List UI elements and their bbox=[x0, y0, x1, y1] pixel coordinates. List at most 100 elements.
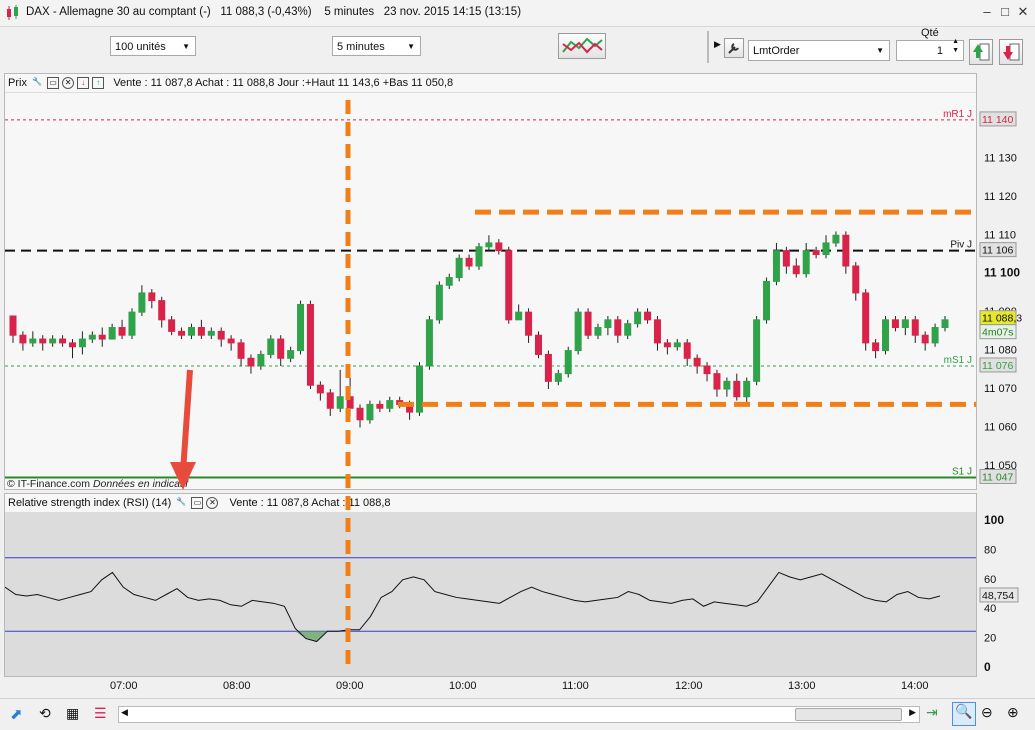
scroll-right-icon[interactable]: ▶ bbox=[909, 707, 916, 718]
price-tick-label: 11 100 bbox=[984, 266, 1020, 280]
window-title: DAX - Allemagne 30 au comptant (-) 11 08… bbox=[26, 6, 521, 18]
horizontal-scrollbar[interactable]: ◀ ▶ bbox=[118, 706, 920, 723]
bars-icon[interactable]: ☰ bbox=[94, 705, 107, 722]
rsi-tick-label: 80 bbox=[984, 544, 996, 556]
window-icon[interactable]: ▭ bbox=[191, 497, 204, 510]
close-button[interactable]: ✕ bbox=[1014, 4, 1032, 20]
time-tick-label: 07:00 bbox=[110, 680, 138, 692]
chart-style-button[interactable] bbox=[558, 33, 606, 59]
candle-body bbox=[435, 284, 443, 321]
rsi-axis-svg: 100 80 60 40 20 0 48,754 bbox=[979, 513, 1019, 674]
rsi-quote: Vente : 11 087,8 Achat : 11 088,8 bbox=[229, 497, 391, 509]
scroll-left-icon[interactable]: ◀ bbox=[121, 707, 128, 718]
candle-body bbox=[237, 342, 245, 359]
candle-body bbox=[306, 303, 314, 386]
time-tick-label: 08:00 bbox=[223, 680, 251, 692]
candle-body bbox=[495, 242, 503, 252]
instrument-name: DAX - Allemagne 30 au comptant (-) bbox=[26, 6, 211, 18]
wrench-button[interactable] bbox=[724, 38, 744, 58]
buy-button[interactable] bbox=[969, 39, 993, 65]
zoom-out-icon[interactable]: ⊖ bbox=[981, 704, 993, 721]
zoom-in-icon[interactable]: ⊕ bbox=[1007, 704, 1019, 721]
price-tick-label: 11 070 bbox=[984, 383, 1017, 395]
candle-body bbox=[931, 327, 939, 344]
candle-body bbox=[475, 246, 483, 267]
order-type-select[interactable]: LmtOrder ▼ bbox=[748, 40, 890, 61]
candle-body bbox=[505, 250, 513, 321]
candle-body bbox=[564, 350, 572, 375]
minimize-button[interactable]: – bbox=[978, 4, 996, 20]
candle-body bbox=[683, 342, 691, 359]
candle-body bbox=[921, 334, 929, 344]
wrench-icon[interactable]: 🔧 bbox=[30, 77, 44, 89]
price-tag-label: 11 088,3 bbox=[982, 313, 1022, 325]
candle-body bbox=[356, 407, 364, 421]
chart-tool-icon[interactable]: ⬈ bbox=[10, 705, 23, 723]
scrollbar-thumb[interactable] bbox=[795, 708, 902, 721]
candle-body bbox=[525, 311, 533, 336]
close-circle-icon[interactable]: ✕ bbox=[62, 77, 75, 90]
candle-body bbox=[753, 319, 761, 382]
chart-trend-icon bbox=[562, 37, 603, 54]
candle-body bbox=[197, 327, 205, 336]
candle-body bbox=[544, 353, 552, 382]
zoom-fit-icon[interactable]: 🔍 bbox=[952, 702, 976, 726]
candle-body bbox=[792, 265, 800, 275]
candle-body bbox=[644, 311, 652, 321]
stepper-arrows-icon[interactable]: ▲ ▼ bbox=[952, 37, 959, 55]
candle-body bbox=[108, 327, 116, 340]
quantity-stepper[interactable]: 1 ▲ ▼ bbox=[896, 37, 964, 61]
sell-button[interactable] bbox=[999, 39, 1023, 65]
candle-body bbox=[604, 319, 612, 329]
rsi-tick-label: 60 bbox=[984, 574, 996, 586]
price-tick-label: 11 130 bbox=[984, 152, 1017, 164]
play-icon[interactable]: ▶ bbox=[714, 39, 721, 50]
candle-body bbox=[554, 373, 562, 382]
grid-icon[interactable]: ▦ bbox=[66, 705, 79, 722]
candle-body bbox=[187, 327, 195, 336]
candle-body bbox=[743, 380, 751, 398]
watermark-source: © IT-Finance.com bbox=[7, 478, 93, 489]
plot-background bbox=[5, 93, 976, 489]
candle-body bbox=[416, 365, 424, 413]
time-tick-label: 13:00 bbox=[788, 680, 816, 692]
price-panel: Prix 🔧 ▭ ✕ ↓ ↑ Vente : 11 087,8 Achat : … bbox=[4, 73, 977, 490]
maximize-button[interactable]: □ bbox=[996, 4, 1014, 20]
candle-body bbox=[852, 265, 860, 294]
candle-body bbox=[267, 338, 275, 355]
candle-body bbox=[901, 319, 909, 329]
candle-body bbox=[247, 357, 255, 367]
candle-body bbox=[842, 234, 850, 267]
rsi-background bbox=[5, 513, 976, 676]
candle-body bbox=[88, 334, 96, 340]
close-circle-icon[interactable]: ✕ bbox=[206, 497, 219, 510]
candle-body bbox=[178, 330, 186, 336]
quantity-value: 1 bbox=[936, 45, 943, 57]
candle-body bbox=[217, 330, 225, 340]
candle-body bbox=[822, 242, 830, 255]
units-select-value: 100 unités bbox=[115, 41, 166, 53]
price-tag-label: 11 047 bbox=[982, 471, 1013, 483]
candle-body bbox=[376, 403, 384, 409]
time-axis: 07:00 08:00 09:00 10:00 11:00 12:00 13:00 14:00 bbox=[4, 678, 977, 696]
candle-body bbox=[882, 319, 890, 352]
candle-body bbox=[624, 323, 632, 336]
instrument-datetime: 23 nov. 2015 14:15 (13:15) bbox=[383, 6, 522, 18]
price-tick-label: 11 060 bbox=[984, 421, 1017, 433]
units-select[interactable]: 100 unités ▼ bbox=[110, 36, 196, 56]
move-down-icon[interactable]: ↓ bbox=[77, 77, 90, 90]
order-type-select-value: LmtOrder bbox=[753, 45, 800, 57]
period-select[interactable]: 5 minutes ▼ bbox=[332, 36, 421, 56]
wrench-icon[interactable]: 🔧 bbox=[174, 497, 188, 509]
watermark-note: Données en indicatif bbox=[93, 478, 189, 489]
rsi-chart[interactable] bbox=[5, 513, 976, 676]
move-up-icon[interactable]: ↑ bbox=[92, 77, 105, 90]
cycle-icon[interactable]: ⟲ bbox=[39, 705, 51, 722]
candle-body bbox=[207, 330, 215, 336]
candle-body bbox=[812, 250, 820, 255]
window-icon[interactable]: ▭ bbox=[47, 77, 60, 90]
autoscroll-icon[interactable]: ⇥ bbox=[926, 704, 938, 721]
period-select-value: 5 minutes bbox=[337, 41, 385, 53]
price-chart[interactable]: mR1 J Piv J mS1 J S1 J © IT-Finance.com Donn… bbox=[5, 93, 976, 489]
wrench-icon bbox=[728, 43, 739, 54]
